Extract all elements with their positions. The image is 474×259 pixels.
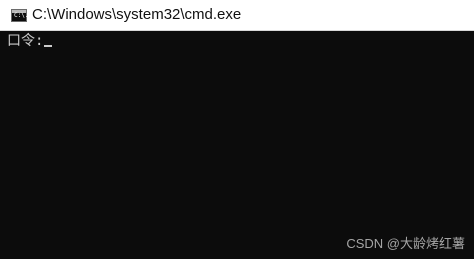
window-title: C:\Windows\system32\cmd.exe bbox=[32, 6, 242, 23]
password-prompt-label: 口令: bbox=[7, 33, 44, 49]
title-bar[interactable]: C:\. C:\Windows\system32\cmd.exe bbox=[0, 0, 474, 31]
text-cursor bbox=[44, 45, 53, 47]
console-icon-label: C:\. bbox=[14, 12, 29, 19]
console-output-area[interactable]: 口令: CSDN @大龄烤红薯 bbox=[0, 31, 474, 259]
watermark: CSDN @大龄烤红薯 bbox=[346, 236, 465, 251]
console-icon[interactable]: C:\. bbox=[11, 9, 29, 22]
password-prompt: 口令: bbox=[7, 33, 53, 50]
cmd-window: C:\. C:\Windows\system32\cmd.exe 口令: CSD… bbox=[0, 0, 474, 259]
